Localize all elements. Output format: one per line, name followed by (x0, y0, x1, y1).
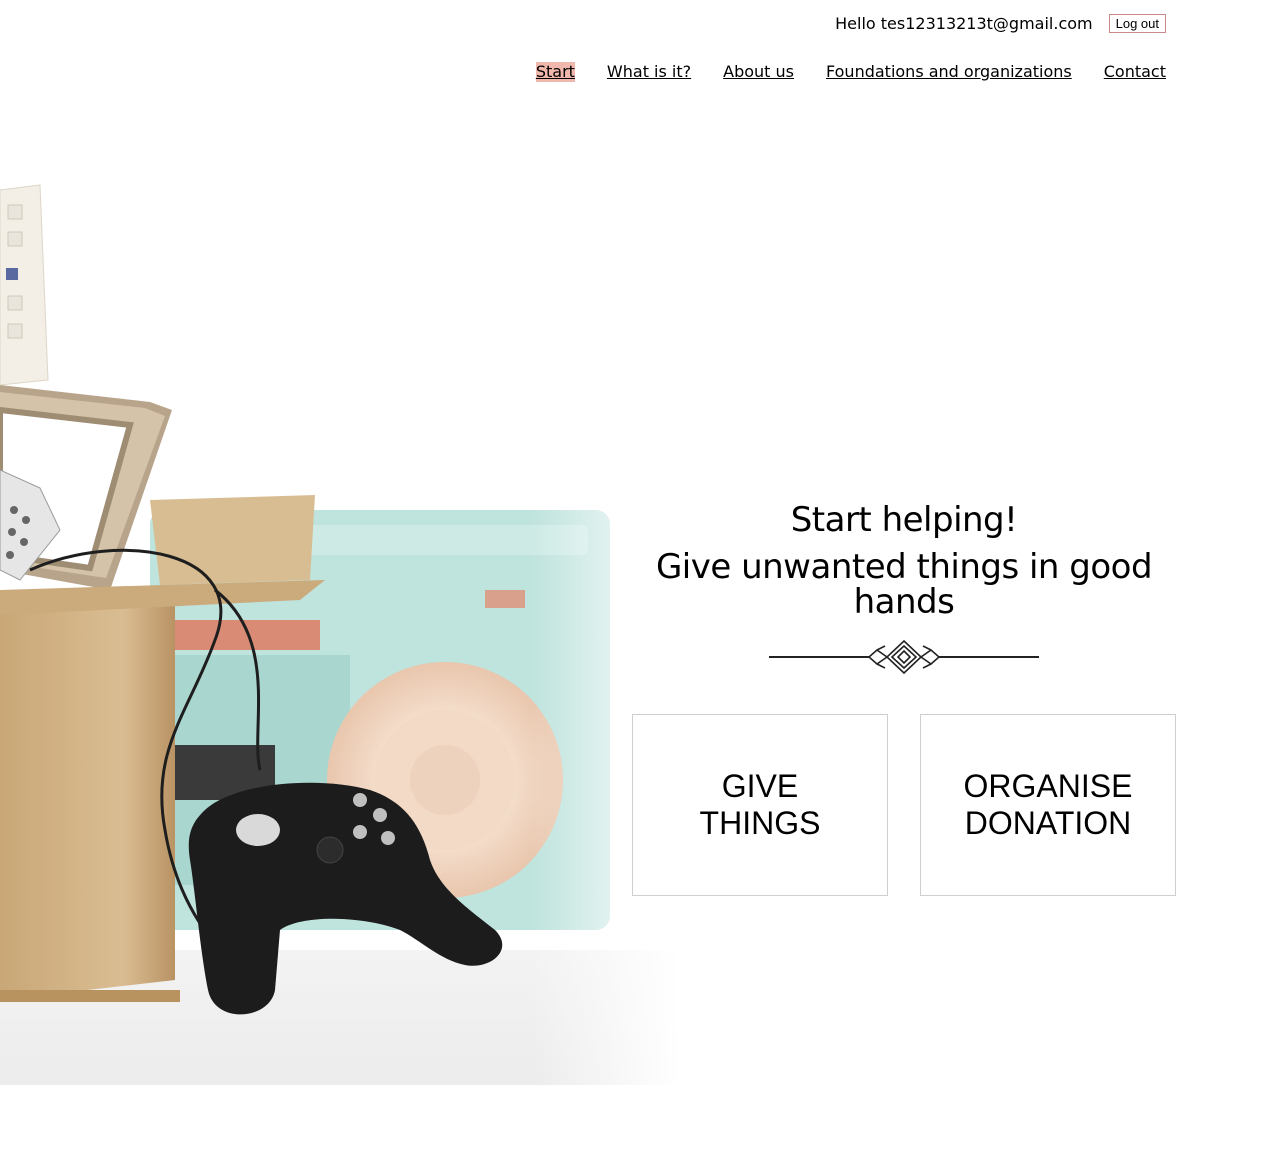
hero-title: Start helping! (790, 500, 1018, 540)
logout-button[interactable]: Log out (1108, 13, 1166, 33)
user-bar: Hello tes12313213t@gmail.com Log out (835, 12, 1166, 34)
hero-section: Start helping! Give unwanted things in g… (632, 498, 1176, 676)
give-things-button[interactable]: GIVE THINGS (632, 714, 888, 896)
nav-item-what-is-it[interactable]: What is it? (607, 62, 691, 82)
nav-item-foundations[interactable]: Foundations and organizations (826, 62, 1072, 82)
action-cards: GIVE THINGS ORGANISE DONATION (632, 714, 1176, 896)
ornament-divider-icon (769, 640, 1039, 675)
organise-donation-button[interactable]: ORGANISE DONATION (920, 714, 1176, 896)
hero-subtitle: Give unwanted things in good hands (655, 547, 1153, 622)
main-nav: Start What is it? About us Foundations a… (535, 60, 1166, 84)
organise-donation-label: ORGANISE DONATION (963, 768, 1133, 841)
nav-item-start[interactable]: Start (535, 62, 575, 82)
nav-item-contact[interactable]: Contact (1104, 62, 1166, 82)
hero-image (0, 170, 680, 1090)
give-things-label: GIVE THINGS (699, 768, 821, 841)
nav-item-about-us[interactable]: About us (723, 62, 794, 82)
user-greeting: Hello tes12313213t@gmail.com (835, 13, 1093, 33)
